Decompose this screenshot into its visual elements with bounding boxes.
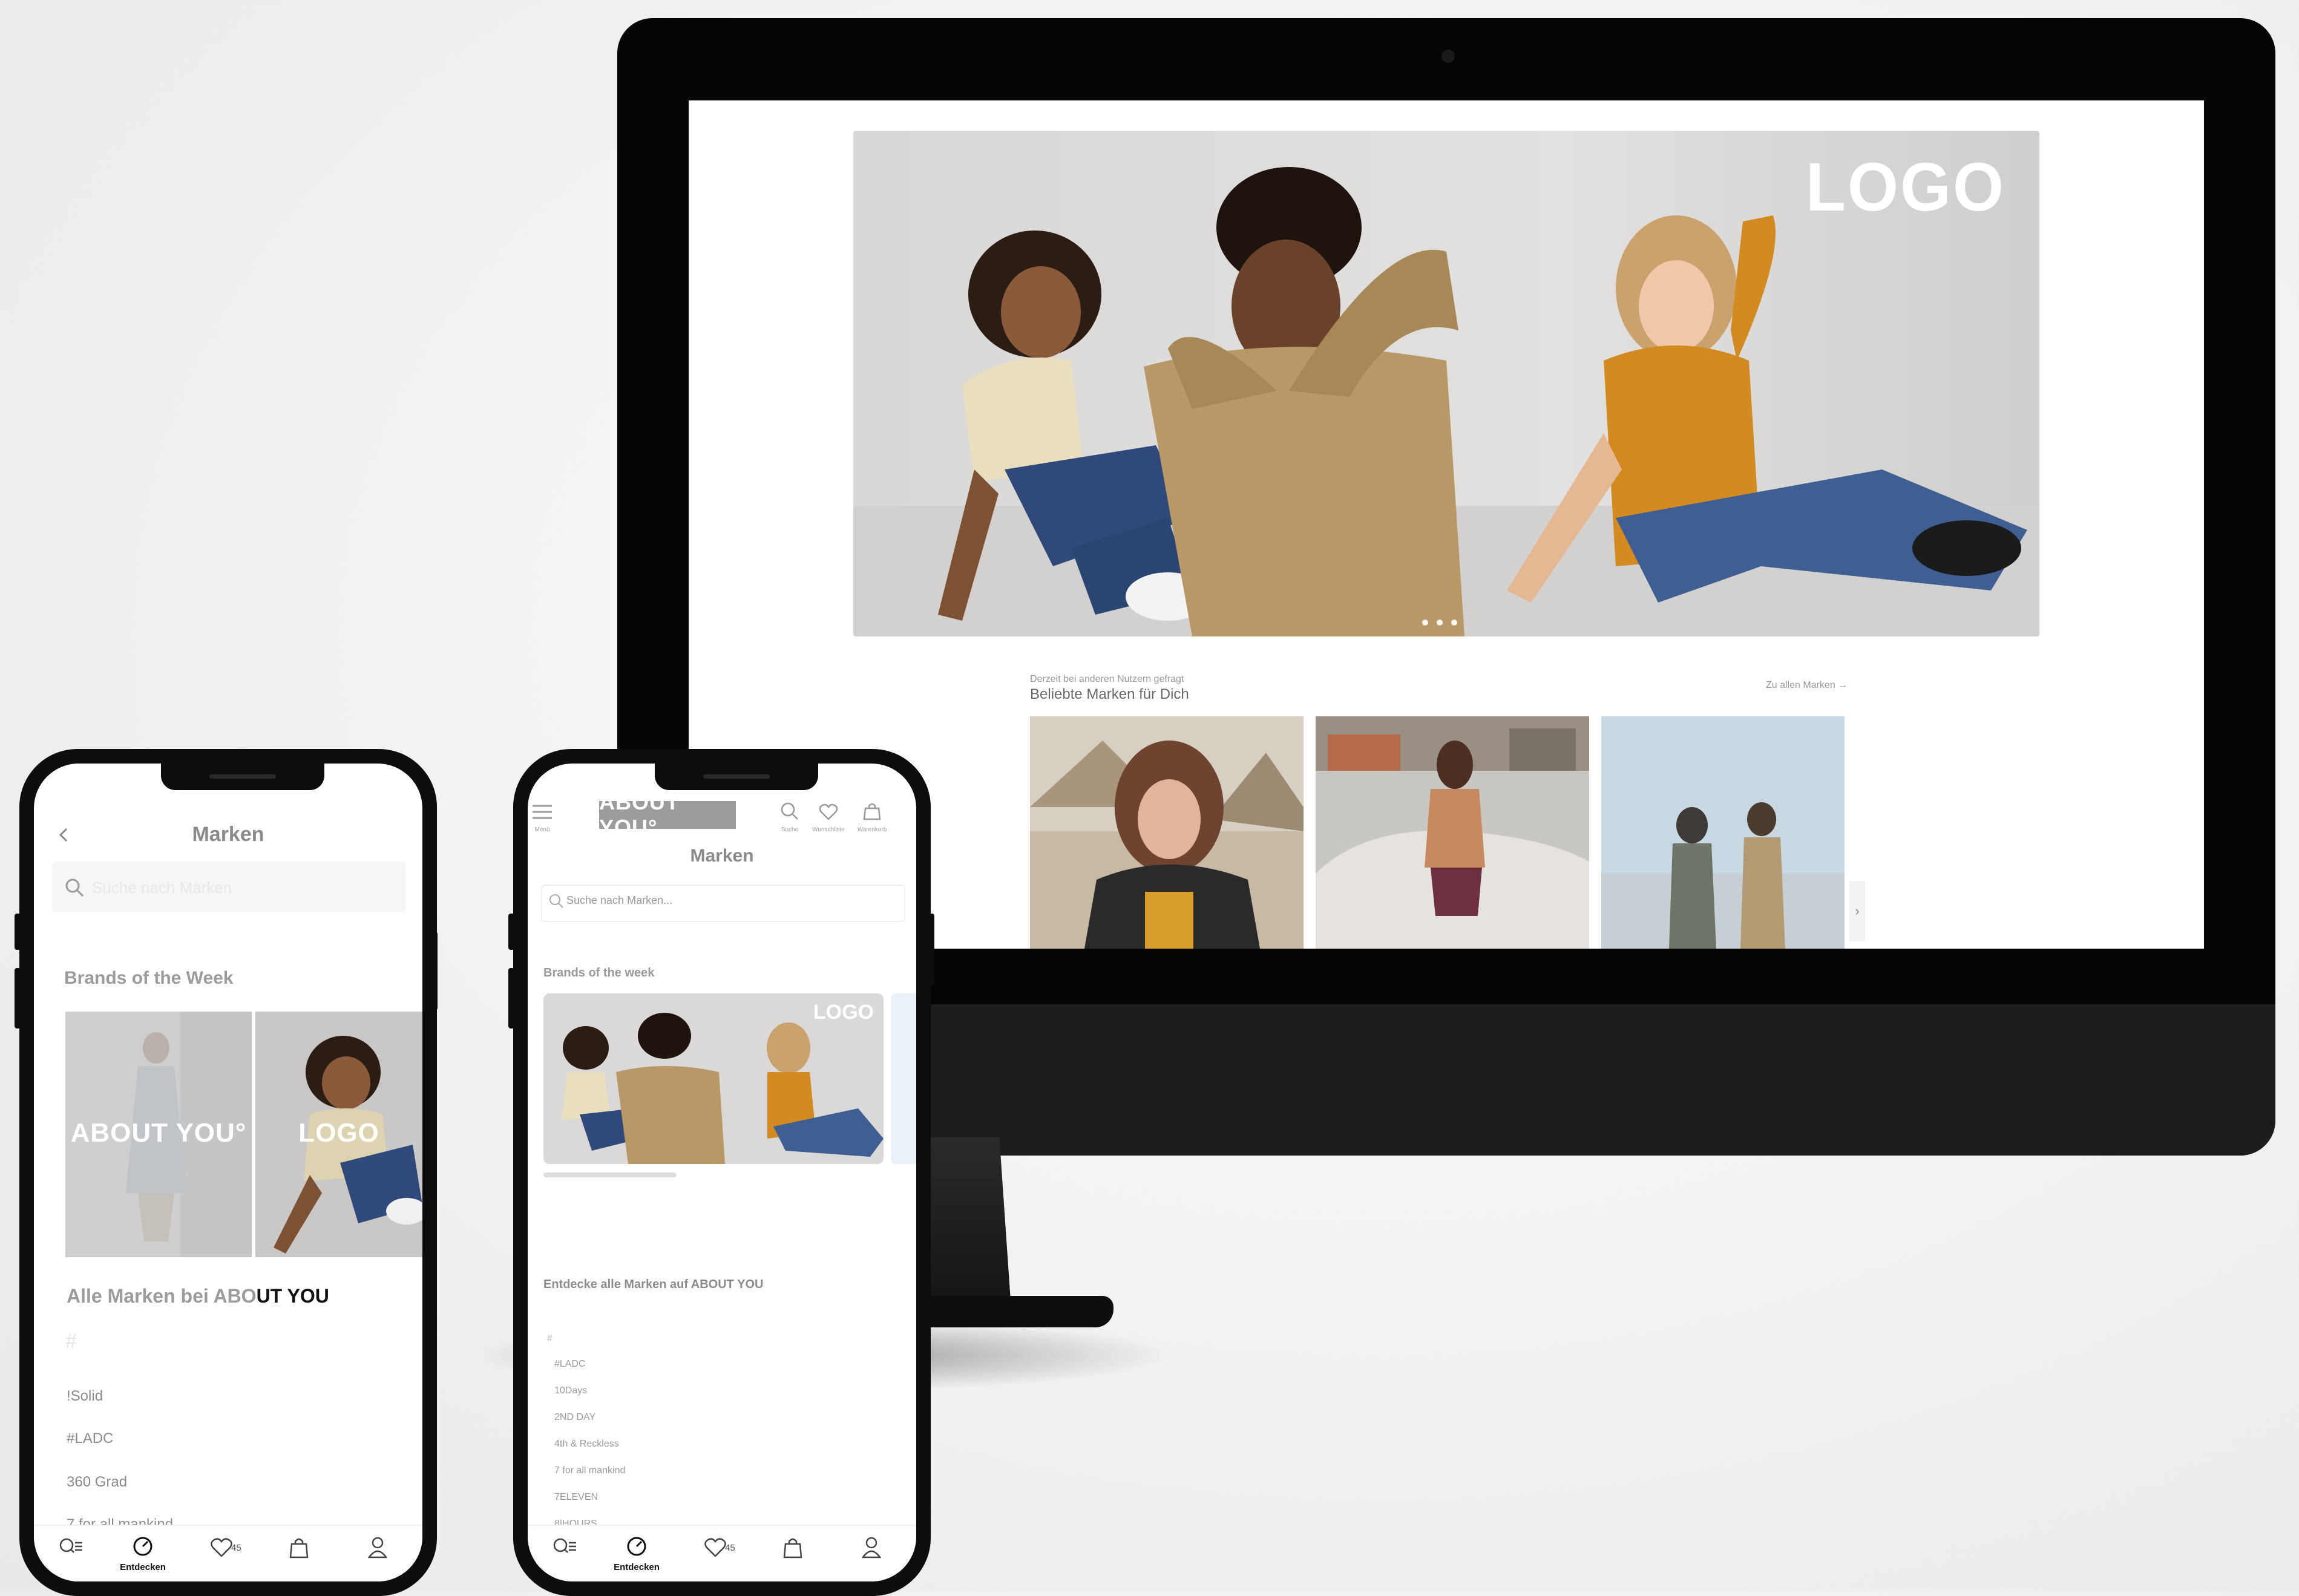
tab-bar: Entdecken 45 xyxy=(34,1525,422,1581)
brand-tile-photo xyxy=(1030,716,1304,949)
tab-wishlist[interactable]: 45 xyxy=(197,1534,246,1577)
phone-left-screen: Marken Suche nach Marken Brands of the W… xyxy=(34,764,422,1581)
brands-list-icon xyxy=(553,1538,576,1553)
brand-card[interactable]: LOGO xyxy=(543,993,884,1164)
brand-list-item[interactable]: 2ND DAY xyxy=(554,1412,595,1423)
discover-all-brands-heading: Entdecke alle Marken auf ABOUT YOU xyxy=(543,1278,764,1291)
tab-account[interactable] xyxy=(847,1534,896,1577)
brand-card[interactable]: ABOUT YOU° xyxy=(65,1012,252,1257)
tab-cart[interactable] xyxy=(769,1534,817,1577)
discover-icon xyxy=(627,1537,646,1556)
search-icon[interactable] xyxy=(779,801,800,822)
search-label: Suche xyxy=(781,826,799,833)
tab-discover[interactable]: Entdecken xyxy=(119,1534,167,1577)
tab-bar: Entdecken 45 xyxy=(528,1525,916,1581)
wishlist-count: 45 xyxy=(725,1543,735,1553)
brand-tile[interactable] xyxy=(1316,716,1589,949)
brand-list-item[interactable]: 7 for all mankind xyxy=(554,1465,625,1476)
carousel-scrollbar[interactable] xyxy=(543,1172,677,1177)
letter-index-hash: # xyxy=(65,1330,77,1353)
brand-list-item[interactable]: #LADC xyxy=(554,1359,586,1370)
wishlist-label: Wunschliste xyxy=(812,826,845,833)
tab-brands[interactable] xyxy=(46,1534,94,1577)
tab-discover[interactable]: Entdecken xyxy=(612,1534,661,1577)
tab-wishlist[interactable]: 45 xyxy=(691,1534,740,1577)
search-placeholder: Suche nach Marken... xyxy=(566,894,673,906)
hero-logo: LOGO xyxy=(1806,148,2005,226)
all-brands-heading-suffix: UT YOU xyxy=(256,1285,329,1307)
letter-index-hash: # xyxy=(547,1333,553,1344)
brand-tile[interactable] xyxy=(1030,716,1304,949)
all-brands-heading-prefix: Alle Marken bei ABO xyxy=(67,1285,257,1307)
brand-list-item[interactable]: 4th & Reckless xyxy=(554,1439,619,1450)
phone-right: Menü ABOUT YOU° Suche Wunschliste Warenk… xyxy=(513,749,931,1596)
brand-tile-photo xyxy=(1601,716,1845,949)
cart-label: Warenkorb xyxy=(857,826,887,833)
bag-icon[interactable] xyxy=(862,801,882,822)
menu-icon[interactable] xyxy=(531,803,553,822)
bag-icon xyxy=(783,1538,802,1558)
phone-notch xyxy=(655,764,818,790)
brand-list-item[interactable]: 7ELEVEN xyxy=(554,1492,598,1503)
phone-left: Marken Suche nach Marken Brands of the W… xyxy=(19,749,437,1596)
hero-banner[interactable]: LOGO xyxy=(853,131,2039,636)
discover-icon xyxy=(133,1537,153,1556)
brands-list-icon xyxy=(59,1538,82,1553)
next-arrow-button[interactable]: › xyxy=(1849,881,1865,941)
brand-logo[interactable]: ABOUT YOU° xyxy=(599,790,736,840)
page-title: Marken xyxy=(690,846,754,866)
bag-icon xyxy=(289,1538,309,1558)
wishlist-count: 45 xyxy=(231,1543,241,1553)
brand-card-label: LOGO xyxy=(298,1118,379,1148)
phone-right-screen: Menü ABOUT YOU° Suche Wunschliste Warenk… xyxy=(528,764,916,1581)
brand-card-label: ABOUT YOU° xyxy=(70,1118,247,1148)
next-brand-card[interactable] xyxy=(891,993,916,1164)
section-title: Beliebte Marken für Dich xyxy=(1030,686,1189,702)
all-brands-heading: Alle Marken bei ABOUT YOU xyxy=(67,1285,329,1307)
brand-tile-photo xyxy=(1316,716,1589,949)
section-subtitle: Derzeit bei anderen Nutzern gefragt xyxy=(1030,674,1184,684)
search-icon xyxy=(65,878,84,897)
page-title: Marken xyxy=(192,823,264,846)
carousel-dot[interactable] xyxy=(1437,620,1443,626)
carousel-dots[interactable] xyxy=(1422,620,1457,626)
search-icon xyxy=(549,894,563,908)
carousel-dot[interactable] xyxy=(1422,620,1428,626)
brand-list-item[interactable]: #LADC xyxy=(67,1430,113,1447)
tab-brands[interactable] xyxy=(540,1534,588,1577)
tab-account[interactable] xyxy=(353,1534,402,1577)
user-icon xyxy=(367,1537,388,1558)
all-brands-link[interactable]: Zu allen Marken → xyxy=(1766,680,1848,691)
brand-list-item[interactable]: !Solid xyxy=(67,1388,103,1405)
carousel-dot[interactable] xyxy=(1451,620,1457,626)
phone-notch xyxy=(161,764,324,790)
menu-label: Menü xyxy=(534,826,550,833)
brand-card[interactable]: LOGO xyxy=(255,1012,422,1257)
tab-cart[interactable] xyxy=(275,1534,323,1577)
tab-discover-label: Entdecken xyxy=(614,1562,660,1572)
section-brands-of-week: Brands of the week xyxy=(543,966,655,980)
heart-icon[interactable] xyxy=(818,801,839,822)
user-icon xyxy=(861,1537,882,1558)
brand-card-logo: LOGO xyxy=(813,1001,874,1024)
tab-discover-label: Entdecken xyxy=(120,1562,166,1572)
search-placeholder: Suche nach Marken xyxy=(92,878,232,897)
camera-icon xyxy=(1441,50,1455,63)
brand-list-item[interactable]: 360 Grad xyxy=(67,1474,127,1491)
section-brands-of-week: Brands of the Week xyxy=(64,968,234,988)
brand-list-item[interactable]: 10Days xyxy=(554,1385,587,1396)
brand-tile[interactable] xyxy=(1601,716,1845,949)
